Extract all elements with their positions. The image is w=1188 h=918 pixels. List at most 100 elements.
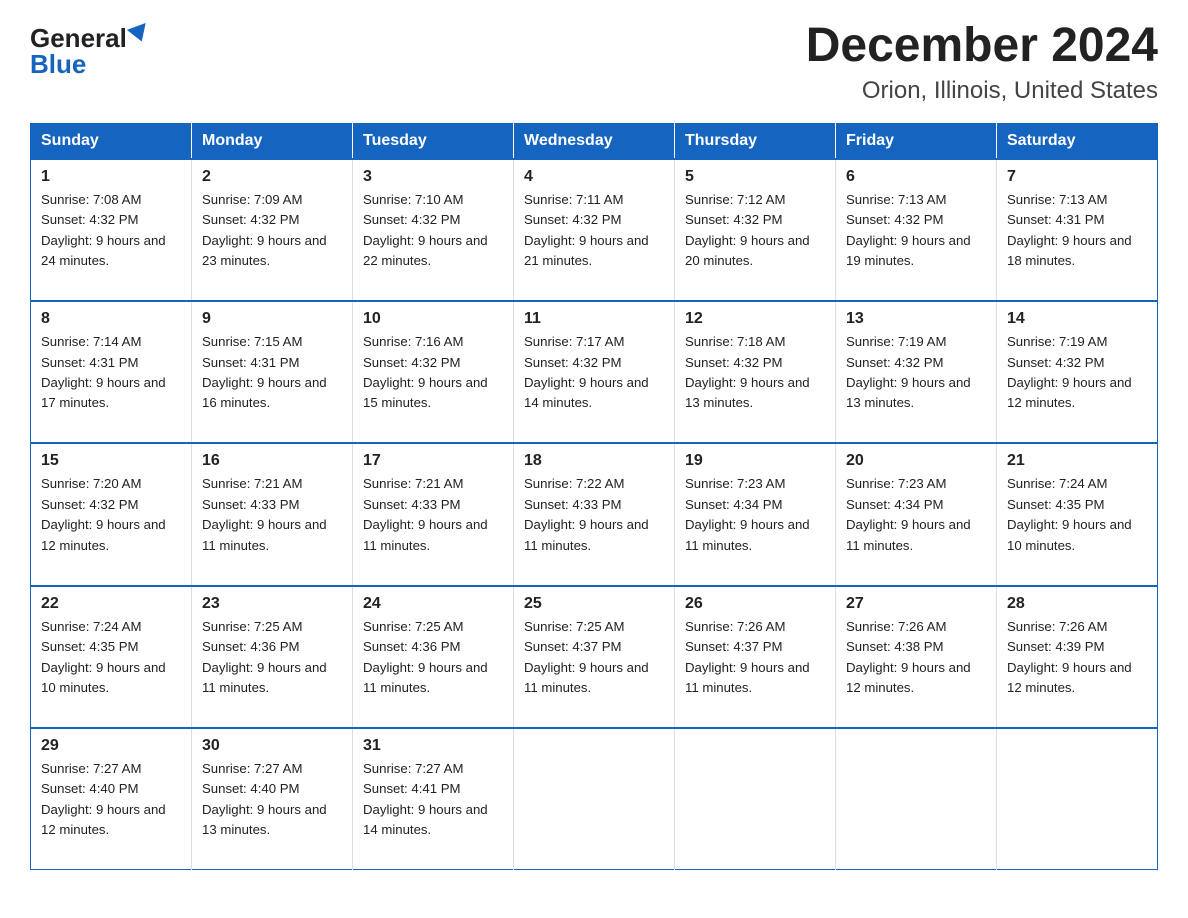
day-info: Sunrise: 7:11 AM Sunset: 4:32 PM Dayligh… bbox=[524, 190, 664, 292]
calendar-day-cell: 15 Sunrise: 7:20 AM Sunset: 4:32 PM Dayl… bbox=[31, 443, 192, 585]
calendar-day-cell: 20 Sunrise: 7:23 AM Sunset: 4:34 PM Dayl… bbox=[836, 443, 997, 585]
day-info: Sunrise: 7:08 AM Sunset: 4:32 PM Dayligh… bbox=[41, 190, 181, 292]
day-info: Sunrise: 7:24 AM Sunset: 4:35 PM Dayligh… bbox=[41, 617, 181, 719]
day-info: Sunrise: 7:21 AM Sunset: 4:33 PM Dayligh… bbox=[202, 474, 342, 576]
calendar-day-cell: 2 Sunrise: 7:09 AM Sunset: 4:32 PM Dayli… bbox=[192, 159, 353, 301]
calendar-header-monday: Monday bbox=[192, 123, 353, 159]
day-number: 7 bbox=[1007, 168, 1147, 186]
calendar-day-cell: 6 Sunrise: 7:13 AM Sunset: 4:32 PM Dayli… bbox=[836, 159, 997, 301]
day-info: Sunrise: 7:17 AM Sunset: 4:32 PM Dayligh… bbox=[524, 332, 664, 434]
day-number: 4 bbox=[524, 168, 664, 186]
calendar-day-cell: 16 Sunrise: 7:21 AM Sunset: 4:33 PM Dayl… bbox=[192, 443, 353, 585]
logo-triangle-icon bbox=[127, 23, 151, 45]
day-number: 12 bbox=[685, 310, 825, 328]
day-info: Sunrise: 7:16 AM Sunset: 4:32 PM Dayligh… bbox=[363, 332, 503, 434]
day-info: Sunrise: 7:19 AM Sunset: 4:32 PM Dayligh… bbox=[846, 332, 986, 434]
calendar-week-row: 22 Sunrise: 7:24 AM Sunset: 4:35 PM Dayl… bbox=[31, 586, 1158, 728]
logo-general: General bbox=[30, 25, 127, 51]
calendar-day-cell: 5 Sunrise: 7:12 AM Sunset: 4:32 PM Dayli… bbox=[675, 159, 836, 301]
calendar-day-cell: 21 Sunrise: 7:24 AM Sunset: 4:35 PM Dayl… bbox=[997, 443, 1158, 585]
day-number: 29 bbox=[41, 737, 181, 755]
title-block: December 2024 Orion, Illinois, United St… bbox=[806, 20, 1158, 105]
calendar-header-row: SundayMondayTuesdayWednesdayThursdayFrid… bbox=[31, 123, 1158, 159]
calendar-day-cell: 23 Sunrise: 7:25 AM Sunset: 4:36 PM Dayl… bbox=[192, 586, 353, 728]
day-info: Sunrise: 7:13 AM Sunset: 4:32 PM Dayligh… bbox=[846, 190, 986, 292]
day-info: Sunrise: 7:15 AM Sunset: 4:31 PM Dayligh… bbox=[202, 332, 342, 434]
calendar-header-wednesday: Wednesday bbox=[514, 123, 675, 159]
page-header: General Blue December 2024 Orion, Illino… bbox=[30, 20, 1158, 105]
day-number: 14 bbox=[1007, 310, 1147, 328]
day-info: Sunrise: 7:13 AM Sunset: 4:31 PM Dayligh… bbox=[1007, 190, 1147, 292]
day-info: Sunrise: 7:23 AM Sunset: 4:34 PM Dayligh… bbox=[846, 474, 986, 576]
calendar-day-cell bbox=[675, 728, 836, 870]
day-number: 21 bbox=[1007, 452, 1147, 470]
day-number: 10 bbox=[363, 310, 503, 328]
day-number: 5 bbox=[685, 168, 825, 186]
calendar-day-cell: 24 Sunrise: 7:25 AM Sunset: 4:36 PM Dayl… bbox=[353, 586, 514, 728]
day-info: Sunrise: 7:25 AM Sunset: 4:37 PM Dayligh… bbox=[524, 617, 664, 719]
logo: General Blue bbox=[30, 20, 149, 77]
calendar-week-row: 29 Sunrise: 7:27 AM Sunset: 4:40 PM Dayl… bbox=[31, 728, 1158, 870]
day-number: 24 bbox=[363, 595, 503, 613]
day-number: 23 bbox=[202, 595, 342, 613]
calendar-header-friday: Friday bbox=[836, 123, 997, 159]
calendar-day-cell: 17 Sunrise: 7:21 AM Sunset: 4:33 PM Dayl… bbox=[353, 443, 514, 585]
day-info: Sunrise: 7:25 AM Sunset: 4:36 PM Dayligh… bbox=[202, 617, 342, 719]
calendar-day-cell: 18 Sunrise: 7:22 AM Sunset: 4:33 PM Dayl… bbox=[514, 443, 675, 585]
calendar-day-cell: 31 Sunrise: 7:27 AM Sunset: 4:41 PM Dayl… bbox=[353, 728, 514, 870]
calendar-table: SundayMondayTuesdayWednesdayThursdayFrid… bbox=[30, 123, 1158, 870]
day-number: 13 bbox=[846, 310, 986, 328]
day-info: Sunrise: 7:25 AM Sunset: 4:36 PM Dayligh… bbox=[363, 617, 503, 719]
calendar-header-saturday: Saturday bbox=[997, 123, 1158, 159]
day-info: Sunrise: 7:23 AM Sunset: 4:34 PM Dayligh… bbox=[685, 474, 825, 576]
day-number: 17 bbox=[363, 452, 503, 470]
day-info: Sunrise: 7:10 AM Sunset: 4:32 PM Dayligh… bbox=[363, 190, 503, 292]
calendar-day-cell: 3 Sunrise: 7:10 AM Sunset: 4:32 PM Dayli… bbox=[353, 159, 514, 301]
calendar-day-cell: 22 Sunrise: 7:24 AM Sunset: 4:35 PM Dayl… bbox=[31, 586, 192, 728]
calendar-day-cell: 14 Sunrise: 7:19 AM Sunset: 4:32 PM Dayl… bbox=[997, 301, 1158, 443]
calendar-day-cell: 1 Sunrise: 7:08 AM Sunset: 4:32 PM Dayli… bbox=[31, 159, 192, 301]
day-number: 15 bbox=[41, 452, 181, 470]
day-info: Sunrise: 7:27 AM Sunset: 4:40 PM Dayligh… bbox=[202, 759, 342, 861]
calendar-header-thursday: Thursday bbox=[675, 123, 836, 159]
day-number: 31 bbox=[363, 737, 503, 755]
calendar-day-cell: 13 Sunrise: 7:19 AM Sunset: 4:32 PM Dayl… bbox=[836, 301, 997, 443]
day-info: Sunrise: 7:09 AM Sunset: 4:32 PM Dayligh… bbox=[202, 190, 342, 292]
day-info: Sunrise: 7:24 AM Sunset: 4:35 PM Dayligh… bbox=[1007, 474, 1147, 576]
day-info: Sunrise: 7:19 AM Sunset: 4:32 PM Dayligh… bbox=[1007, 332, 1147, 434]
day-number: 19 bbox=[685, 452, 825, 470]
calendar-day-cell: 25 Sunrise: 7:25 AM Sunset: 4:37 PM Dayl… bbox=[514, 586, 675, 728]
logo-blue: Blue bbox=[30, 51, 86, 77]
calendar-day-cell: 12 Sunrise: 7:18 AM Sunset: 4:32 PM Dayl… bbox=[675, 301, 836, 443]
page-subtitle: Orion, Illinois, United States bbox=[806, 77, 1158, 105]
calendar-day-cell bbox=[514, 728, 675, 870]
day-info: Sunrise: 7:21 AM Sunset: 4:33 PM Dayligh… bbox=[363, 474, 503, 576]
day-info: Sunrise: 7:26 AM Sunset: 4:39 PM Dayligh… bbox=[1007, 617, 1147, 719]
day-number: 11 bbox=[524, 310, 664, 328]
calendar-week-row: 1 Sunrise: 7:08 AM Sunset: 4:32 PM Dayli… bbox=[31, 159, 1158, 301]
calendar-day-cell: 4 Sunrise: 7:11 AM Sunset: 4:32 PM Dayli… bbox=[514, 159, 675, 301]
calendar-day-cell: 29 Sunrise: 7:27 AM Sunset: 4:40 PM Dayl… bbox=[31, 728, 192, 870]
page-title: December 2024 bbox=[806, 20, 1158, 73]
day-info: Sunrise: 7:27 AM Sunset: 4:40 PM Dayligh… bbox=[41, 759, 181, 861]
calendar-day-cell: 30 Sunrise: 7:27 AM Sunset: 4:40 PM Dayl… bbox=[192, 728, 353, 870]
calendar-header-sunday: Sunday bbox=[31, 123, 192, 159]
day-number: 20 bbox=[846, 452, 986, 470]
calendar-day-cell: 19 Sunrise: 7:23 AM Sunset: 4:34 PM Dayl… bbox=[675, 443, 836, 585]
day-info: Sunrise: 7:20 AM Sunset: 4:32 PM Dayligh… bbox=[41, 474, 181, 576]
day-number: 27 bbox=[846, 595, 986, 613]
day-info: Sunrise: 7:26 AM Sunset: 4:38 PM Dayligh… bbox=[846, 617, 986, 719]
calendar-day-cell: 8 Sunrise: 7:14 AM Sunset: 4:31 PM Dayli… bbox=[31, 301, 192, 443]
day-info: Sunrise: 7:14 AM Sunset: 4:31 PM Dayligh… bbox=[41, 332, 181, 434]
day-info: Sunrise: 7:27 AM Sunset: 4:41 PM Dayligh… bbox=[363, 759, 503, 861]
day-number: 25 bbox=[524, 595, 664, 613]
calendar-day-cell: 28 Sunrise: 7:26 AM Sunset: 4:39 PM Dayl… bbox=[997, 586, 1158, 728]
day-number: 28 bbox=[1007, 595, 1147, 613]
calendar-week-row: 15 Sunrise: 7:20 AM Sunset: 4:32 PM Dayl… bbox=[31, 443, 1158, 585]
day-info: Sunrise: 7:22 AM Sunset: 4:33 PM Dayligh… bbox=[524, 474, 664, 576]
day-number: 3 bbox=[363, 168, 503, 186]
day-number: 22 bbox=[41, 595, 181, 613]
day-number: 16 bbox=[202, 452, 342, 470]
calendar-day-cell bbox=[997, 728, 1158, 870]
day-number: 30 bbox=[202, 737, 342, 755]
